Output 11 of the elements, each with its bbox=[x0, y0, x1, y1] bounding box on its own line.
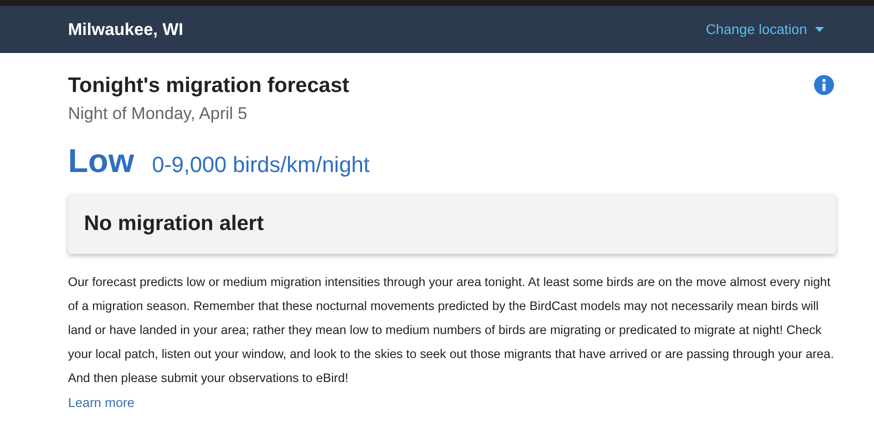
location-title: Milwaukee, WI bbox=[68, 18, 184, 41]
change-location-button[interactable]: Change location bbox=[706, 19, 824, 40]
caret-icon bbox=[815, 27, 824, 32]
intensity-level: Low bbox=[68, 141, 134, 181]
info-icon[interactable] bbox=[814, 75, 834, 95]
learn-more-link[interactable]: Learn more bbox=[68, 394, 134, 410]
forecast-title: Tonight's migration forecast bbox=[68, 73, 350, 99]
description-paragraph: Our forecast predicts low or medium migration intensities through your area tonight. At least some birds are on the move almost every night of a migration season. Remember that these nocturnal movements predicted by the BirdCast models may not necessarily mean birds will land or have landed in your area; rather they mean low to medium numbers of birds are migrating or predicated to migrate at night! Check your local patch, listen out your window, and look to the skies to seek out those migrants that have arrived or are passing through your area. And then please submit your observations to eBird! bbox=[68, 274, 835, 388]
intensity-range: 0-9,000 birds/km/night bbox=[152, 151, 370, 179]
alert-title: No migration alert bbox=[84, 210, 264, 237]
forecast-date: Night of Monday, April 5 bbox=[68, 103, 248, 125]
